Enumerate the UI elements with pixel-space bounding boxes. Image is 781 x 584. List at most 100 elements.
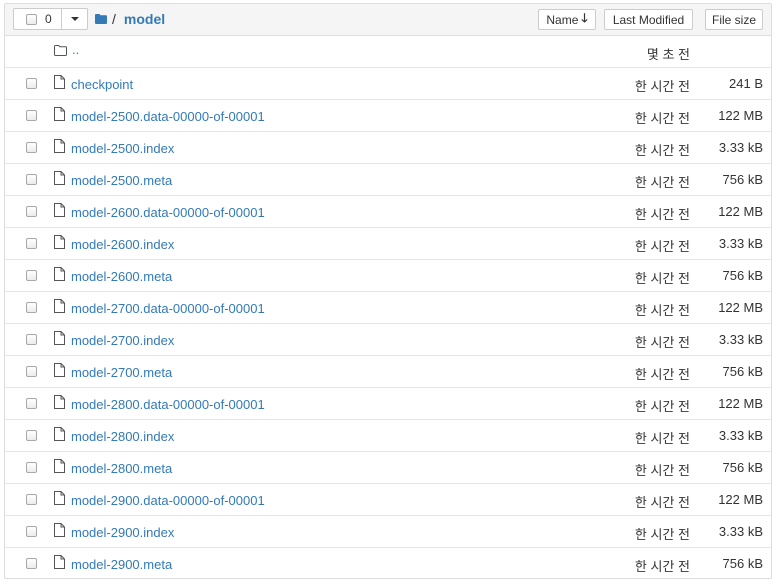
file-size: 122 MB [718, 492, 763, 507]
row-checkbox-icon[interactable] [26, 558, 37, 569]
sort-by-modified-button[interactable]: Last Modified [604, 9, 693, 30]
file-icon [54, 459, 65, 473]
table-row[interactable]: model-2500.meta 한 시간 전 756 kB [5, 164, 771, 196]
row-checkbox-icon[interactable] [26, 142, 37, 153]
sort-name-label: Name [546, 12, 579, 27]
table-row[interactable]: model-2500.index 한 시간 전 3.33 kB [5, 132, 771, 164]
file-icon [54, 331, 65, 345]
file-icon [54, 363, 65, 377]
file-size: 122 MB [718, 300, 763, 315]
file-name-link[interactable]: model-2500.data-00000-of-00001 [71, 109, 265, 124]
file-name-link[interactable]: model-2600.data-00000-of-00001 [71, 205, 265, 220]
file-icon [54, 171, 65, 185]
file-name-link[interactable]: model-2800.index [71, 429, 174, 444]
file-size: 3.33 kB [718, 428, 763, 443]
parent-modified-time: 몇 초 전 [646, 47, 690, 62]
table-row[interactable]: model-2800.data-00000-of-00001 한 시간 전 122 … [5, 388, 771, 420]
file-modified-time: 한 시간 전 [634, 175, 690, 190]
file-modified-time: 한 시간 전 [634, 335, 690, 350]
table-row[interactable]: model-2500.data-00000-of-00001 한 시간 전 122 … [5, 100, 771, 132]
row-checkbox-icon[interactable] [26, 238, 37, 249]
breadcrumb-current-folder[interactable]: model [124, 11, 165, 27]
parent-directory-link[interactable]: .. [72, 42, 79, 57]
table-row[interactable]: model-2700.data-00000-of-00001 한 시간 전 122 … [5, 292, 771, 324]
file-browser-panel: 0 / model Name 🡓 Last Modified File size [4, 3, 772, 579]
caret-down-icon [70, 17, 79, 21]
file-modified-time: 한 시간 전 [634, 303, 690, 318]
row-checkbox-icon[interactable] [26, 110, 37, 121]
file-icon [54, 267, 65, 281]
table-row[interactable]: model-2800.index 한 시간 전 3.33 kB [5, 420, 771, 452]
select-all-checkbox-icon[interactable] [26, 13, 37, 25]
arrow-down-icon: 🡓 [581, 11, 588, 25]
table-row[interactable]: model-2900.index 한 시간 전 3.33 kB [5, 516, 771, 548]
table-row[interactable]: model-2800.meta 한 시간 전 756 kB [5, 452, 771, 484]
file-icon [54, 203, 65, 217]
row-checkbox-icon[interactable] [26, 398, 37, 409]
file-modified-time: 한 시간 전 [634, 143, 690, 158]
file-name-link[interactable]: model-2500.index [71, 141, 174, 156]
table-row[interactable]: model-2700.meta 한 시간 전 756 kB [5, 356, 771, 388]
file-size: 122 MB [718, 108, 763, 123]
sort-modified-label: Last Modified [612, 12, 685, 27]
file-name-link[interactable]: model-2700.index [71, 333, 174, 348]
row-checkbox-icon[interactable] [26, 270, 37, 281]
file-icon [54, 395, 65, 409]
file-modified-time: 한 시간 전 [634, 527, 690, 542]
row-checkbox-icon[interactable] [26, 78, 37, 89]
row-checkbox-icon[interactable] [26, 302, 37, 313]
file-name-link[interactable]: model-2800.meta [71, 461, 172, 476]
file-name-link[interactable]: model-2900.index [71, 525, 174, 540]
file-modified-time: 한 시간 전 [634, 271, 690, 286]
sort-by-size-button[interactable]: File size [705, 9, 763, 30]
table-row[interactable]: model-2600.meta 한 시간 전 756 kB [5, 260, 771, 292]
table-row[interactable]: model-2900.meta 한 시간 전 756 kB [5, 548, 771, 578]
file-modified-time: 한 시간 전 [634, 239, 690, 254]
file-icon [54, 523, 65, 537]
sort-by-name-button[interactable]: Name 🡓 [538, 9, 596, 30]
file-name-link[interactable]: model-2900.data-00000-of-00001 [71, 493, 265, 508]
file-name-link[interactable]: model-2500.meta [71, 173, 172, 188]
table-row[interactable]: model-2600.data-00000-of-00001 한 시간 전 122 … [5, 196, 771, 228]
file-name-link[interactable]: checkpoint [71, 77, 133, 92]
file-icon [54, 491, 65, 505]
table-row[interactable]: model-2600.index 한 시간 전 3.33 kB [5, 228, 771, 260]
file-list-header: 0 / model Name 🡓 Last Modified File size [5, 4, 771, 36]
file-size: 756 kB [722, 172, 763, 187]
selected-count: 0 [45, 12, 52, 26]
folder-outline-icon [54, 45, 67, 56]
sort-size-label: File size [711, 12, 756, 27]
row-checkbox-icon[interactable] [26, 494, 37, 505]
table-row[interactable]: checkpoint 한 시간 전 241 B [5, 68, 771, 100]
row-checkbox-icon[interactable] [26, 174, 37, 185]
row-checkbox-icon[interactable] [26, 430, 37, 441]
file-size: 3.33 kB [718, 140, 763, 155]
file-size: 3.33 kB [718, 524, 763, 539]
row-checkbox-icon[interactable] [26, 526, 37, 537]
file-name-link[interactable]: model-2700.meta [71, 365, 172, 380]
file-name-link[interactable]: model-2900.meta [71, 557, 172, 572]
row-checkbox-icon[interactable] [26, 206, 37, 217]
file-name-link[interactable]: model-2700.data-00000-of-00001 [71, 301, 265, 316]
table-row[interactable]: model-2700.index 한 시간 전 3.33 kB [5, 324, 771, 356]
parent-directory-row[interactable]: .. 몇 초 전 [5, 36, 771, 68]
file-size: 3.33 kB [718, 236, 763, 251]
folder-icon[interactable] [95, 14, 107, 24]
file-icon [54, 299, 65, 313]
file-modified-time: 한 시간 전 [634, 431, 690, 446]
select-all-button[interactable]: 0 [13, 8, 62, 30]
file-name-link[interactable]: model-2800.data-00000-of-00001 [71, 397, 265, 412]
file-modified-time: 한 시간 전 [634, 463, 690, 478]
file-icon [54, 555, 65, 569]
file-list: checkpoint 한 시간 전 241 B model-2500.data-000… [5, 68, 771, 578]
row-checkbox-icon[interactable] [26, 462, 37, 473]
file-name-link[interactable]: model-2600.index [71, 237, 174, 252]
file-icon [54, 235, 65, 249]
row-checkbox-icon[interactable] [26, 334, 37, 345]
select-menu-dropdown-button[interactable] [62, 8, 88, 30]
row-checkbox-icon[interactable] [26, 366, 37, 377]
file-modified-time: 한 시간 전 [634, 207, 690, 222]
table-row[interactable]: model-2900.data-00000-of-00001 한 시간 전 122 … [5, 484, 771, 516]
file-name-link[interactable]: model-2600.meta [71, 269, 172, 284]
file-size: 756 kB [722, 460, 763, 475]
